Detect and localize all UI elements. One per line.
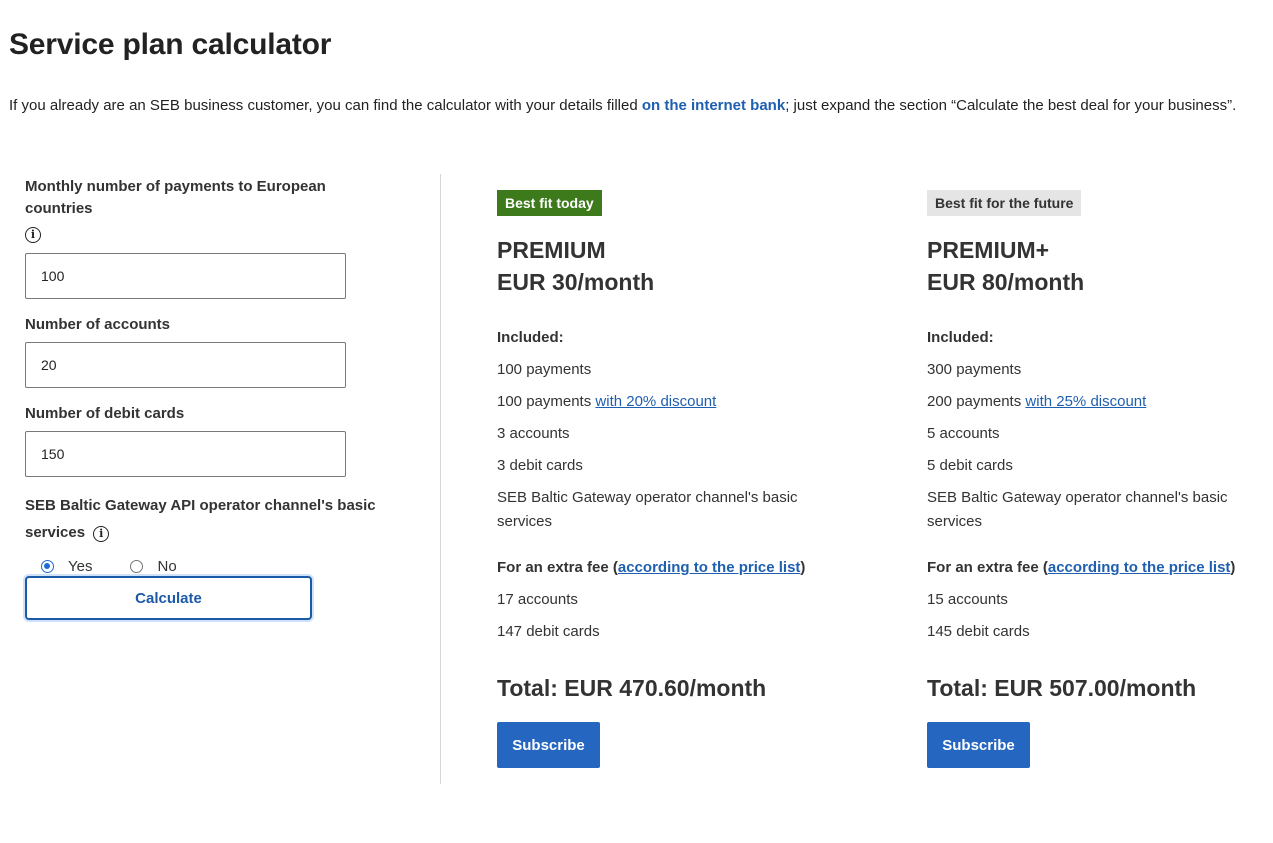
radio-no[interactable]: No	[130, 558, 177, 575]
calculate-button[interactable]: Calculate	[25, 576, 312, 620]
included-payments: 100 payments	[497, 361, 592, 378]
best-fit-today-badge: Best fit today	[497, 190, 602, 216]
radio-yes-circle[interactable]	[41, 560, 54, 573]
plan-name: PREMIUM+	[927, 237, 1050, 263]
plan-price: EUR 80/month	[927, 269, 1085, 295]
subscribe-button[interactable]: Subscribe	[927, 722, 1030, 768]
discount-payments-text: 200 payments	[927, 393, 1026, 410]
radio-no-label: No	[157, 558, 177, 575]
payments-label: Monthly number of payments to European c…	[25, 178, 326, 217]
included-gateway: SEB Baltic Gateway operator channel's ba…	[497, 482, 827, 534]
discount-link[interactable]: with 20% discount	[595, 393, 716, 410]
best-fit-future-badge: Best fit for the future	[927, 190, 1082, 216]
included-discount-payments: 200 payments with 25% discount	[927, 386, 1257, 418]
extra-fee-after: )	[800, 559, 806, 576]
extra-accounts: 17 accounts	[497, 591, 578, 608]
included-accounts: 5 accounts	[927, 425, 1000, 442]
plan-name: PREMIUM	[497, 237, 606, 263]
included-gateway-line1: SEB Baltic Gateway operator channel's ba…	[927, 489, 1228, 506]
included-title: Included:	[927, 329, 994, 346]
intro-text-after: ; just expand the section “Calculate the…	[785, 97, 1237, 114]
extra-fee-before: For an extra fee (	[927, 559, 1048, 576]
plan-price: EUR 30/month	[497, 269, 655, 295]
intro-text-before: If you already are an SEB business custo…	[9, 97, 642, 114]
discount-link[interactable]: with 25% discount	[1025, 393, 1146, 410]
column-divider	[440, 174, 441, 784]
included-accounts: 3 accounts	[497, 425, 570, 442]
extra-cards: 147 debit cards	[497, 623, 600, 640]
radio-yes[interactable]: Yes	[41, 558, 92, 575]
extra-fee-before: For an extra fee (	[497, 559, 618, 576]
calculator-form: Monthly number of payments to European c…	[25, 176, 395, 575]
gateway-label-line2-wrap: services i	[25, 519, 395, 546]
extra-fee-after: )	[1230, 559, 1236, 576]
included-payments: 300 payments	[927, 361, 1022, 378]
included-gateway-line2: services	[497, 513, 553, 530]
gateway-radio-group: Yes No	[25, 558, 395, 575]
extra-fee-title: For an extra fee (according to the price…	[927, 552, 1257, 584]
gateway-label: SEB Baltic Gateway API operator channel'…	[25, 492, 395, 546]
price-list-link[interactable]: according to the price list	[618, 559, 801, 576]
plan-card-premium: Best fit today PREMIUM EUR 30/month Incl…	[497, 190, 827, 768]
gateway-label-line2: services	[25, 524, 86, 541]
gateway-label-line1: SEB Baltic Gateway API operator channel'…	[25, 497, 376, 514]
accounts-label: Number of accounts	[25, 316, 171, 333]
included-gateway-line1: SEB Baltic Gateway operator channel's ba…	[497, 489, 798, 506]
info-icon[interactable]: i	[93, 526, 110, 542]
included-discount-payments: 100 payments with 20% discount	[497, 386, 827, 418]
plan-card-premium-plus: Best fit for the future PREMIUM+ EUR 80/…	[927, 190, 1257, 768]
included-title: Included:	[497, 329, 564, 346]
included-gateway-line2: services	[927, 513, 983, 530]
cards-input[interactable]	[25, 431, 346, 477]
internet-bank-link[interactable]: on the internet bank	[642, 97, 785, 114]
included-gateway: SEB Baltic Gateway operator channel's ba…	[927, 482, 1257, 534]
extra-accounts: 15 accounts	[927, 591, 1008, 608]
payments-input[interactable]	[25, 253, 346, 299]
radio-yes-label: Yes	[68, 558, 93, 575]
plan-total: Total: EUR 470.60/month	[497, 675, 767, 701]
info-icon[interactable]: i	[25, 227, 41, 243]
included-cards: 3 debit cards	[497, 457, 583, 474]
included-cards: 5 debit cards	[927, 457, 1013, 474]
accounts-input[interactable]	[25, 342, 346, 388]
intro-text: If you already are an SEB business custo…	[9, 97, 1236, 114]
extra-fee-title: For an extra fee (according to the price…	[497, 552, 827, 584]
plan-total: Total: EUR 507.00/month	[927, 675, 1197, 701]
discount-payments-text: 100 payments	[497, 393, 596, 410]
subscribe-button[interactable]: Subscribe	[497, 722, 600, 768]
radio-no-circle[interactable]	[130, 560, 144, 573]
page-title: Service plan calculator	[9, 28, 332, 61]
price-list-link[interactable]: according to the price list	[1048, 559, 1231, 576]
cards-label: Number of debit cards	[25, 405, 185, 422]
extra-cards: 145 debit cards	[927, 623, 1030, 640]
